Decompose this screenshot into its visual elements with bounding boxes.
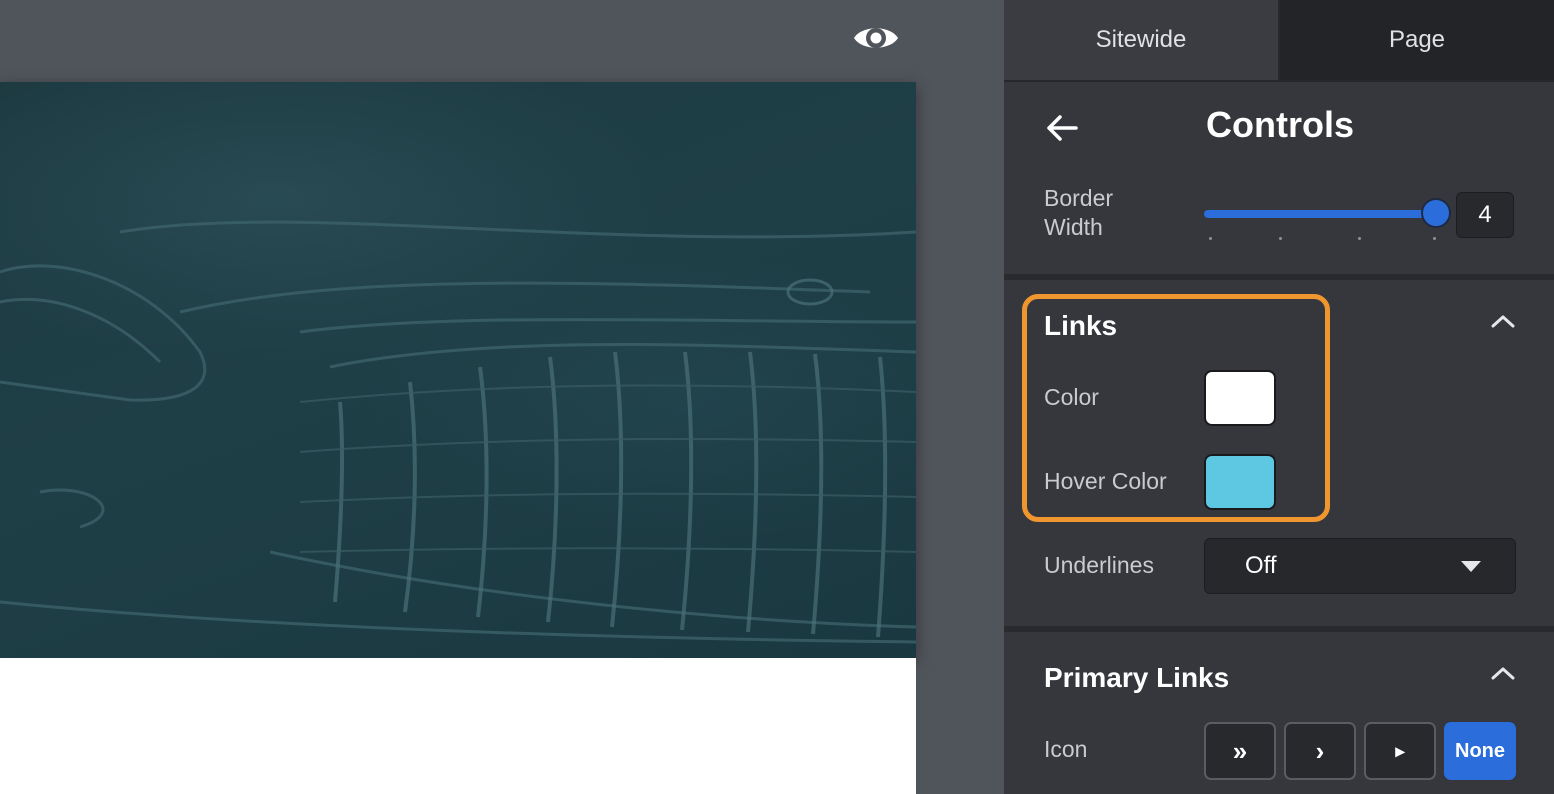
underlines-label: Underlines: [1044, 552, 1154, 578]
focus-highlight-box: [1022, 294, 1330, 522]
border-width-label-line1: Border: [1044, 185, 1114, 211]
section-divider: [1004, 274, 1554, 280]
hero-image: [0, 82, 916, 658]
slider-tick: [1358, 237, 1361, 240]
border-width-label: Border Width: [1044, 184, 1113, 242]
page-content-area: [0, 658, 916, 794]
links-collapse-chevron-icon[interactable]: [1490, 313, 1516, 329]
tab-page[interactable]: Page: [1280, 0, 1554, 80]
border-width-slider-track[interactable]: [1204, 210, 1436, 218]
icon-option-double-chevron[interactable]: »: [1204, 722, 1276, 780]
back-arrow-icon[interactable]: [1042, 108, 1082, 148]
section-divider: [1004, 626, 1554, 632]
slider-tick: [1279, 237, 1282, 240]
icon-option-none[interactable]: None: [1444, 722, 1516, 780]
editor-canvas: [0, 0, 1004, 794]
border-width-slider-thumb[interactable]: [1421, 198, 1451, 228]
primary-links-section-title: Primary Links: [1044, 662, 1230, 693]
panel-header: Controls: [1004, 82, 1554, 172]
icon-option-chevron[interactable]: ›: [1284, 722, 1356, 780]
primary-links-collapse-chevron-icon[interactable]: [1490, 665, 1516, 681]
tab-sitewide[interactable]: Sitewide: [1004, 0, 1280, 80]
border-width-value-input[interactable]: 4: [1456, 192, 1514, 238]
border-width-label-line2: Width: [1044, 214, 1103, 240]
page-title: Controls: [1206, 104, 1354, 145]
car-illustration: [0, 220, 916, 644]
icon-label: Icon: [1044, 736, 1088, 762]
dropdown-caret-icon: [1461, 561, 1481, 572]
slider-tick: [1209, 237, 1212, 240]
underlines-selected-value: Off: [1245, 552, 1277, 579]
preview-eye-icon[interactable]: [852, 20, 900, 56]
icon-option-triangle[interactable]: ▸: [1364, 722, 1436, 780]
slider-tick: [1433, 237, 1436, 240]
underlines-select[interactable]: Off: [1204, 538, 1516, 594]
settings-panel: Sitewide Page Controls Border Width 4 Li…: [1004, 0, 1554, 794]
panel-tabs: Sitewide Page: [1004, 0, 1554, 82]
